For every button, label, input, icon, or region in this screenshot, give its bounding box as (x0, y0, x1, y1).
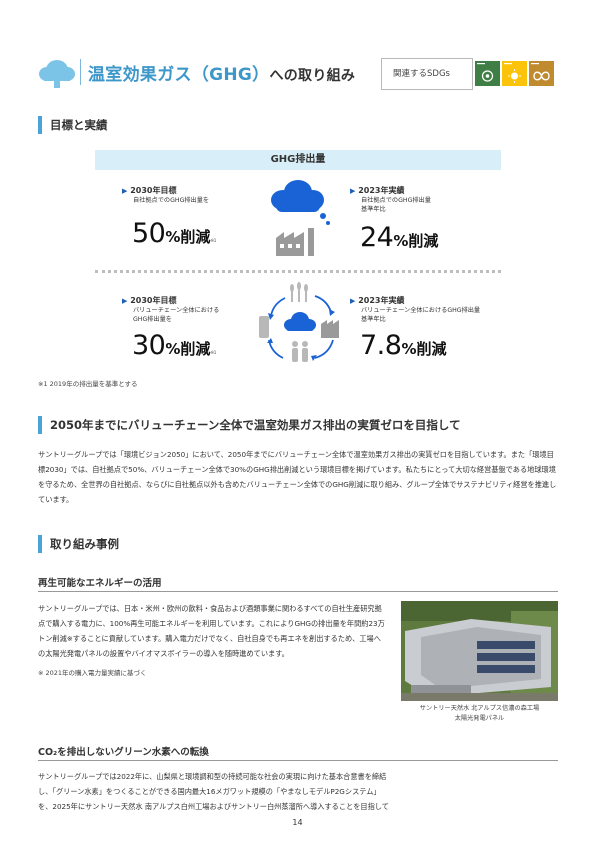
section-heading-net-zero: 2050年までにバリューチェーン全体で温室効果ガス排出の実質ゼロを目指して (38, 416, 461, 434)
row2-right-value: 7.8%削減 (360, 330, 446, 361)
row2-right-title: ▶ 2023年実績 (350, 295, 404, 306)
row2-left-value: 30%削減※1 (132, 330, 217, 361)
row1-left-unit: %削減 (165, 228, 211, 246)
photo-caption: サントリー天然水 北アルプス信濃の森工場 太陽光発電パネル (401, 704, 558, 724)
row2-left-sub1: バリューチェーン全体における (133, 307, 220, 314)
row2-left-unit: %削減 (165, 340, 211, 358)
row1-left-number: 50 (132, 218, 166, 249)
row1-left-title: ▶ 2030年目標 (122, 185, 176, 196)
row2-left-number: 30 (132, 330, 166, 361)
row2-right-sub1: バリューチェーン全体におけるGHG排出量 (361, 307, 481, 314)
title-divider (80, 59, 81, 85)
row2-right-title-text: 2023年実績 (358, 296, 405, 305)
section-heading-cases: 取り組み事例 (38, 535, 119, 553)
row1-right-number: 24 (360, 222, 394, 253)
row2-left-title-text: 2030年目標 (130, 296, 177, 305)
row1-left-value: 50%削減※1 (132, 218, 217, 249)
ghg-panel-header: GHG排出量 (95, 150, 501, 170)
row2-left-note: ※1 (210, 351, 217, 356)
row1-right-title-text: 2023年実績 (358, 186, 405, 195)
row1-left-title-text: 2030年目標 (130, 186, 177, 195)
triangle-icon: ▶ (350, 297, 356, 305)
sdg-label: 関連するSDGs (393, 69, 450, 79)
page-number: 14 (292, 818, 303, 827)
solar-factory-photo (401, 601, 558, 701)
renewable-note: ※ 2021年の購入電力量実績に基づく (38, 669, 147, 677)
renewable-heading-rule (38, 591, 558, 592)
row1-right-sub2: 基準年比 (361, 206, 386, 213)
sdg-12-consumption-icon (529, 61, 554, 86)
row2-right-number: 7.8 (360, 330, 402, 361)
photo-caption-line1: サントリー天然水 北アルプス信濃の森工場 (419, 705, 540, 712)
value-chain-icon (259, 282, 339, 362)
hydrogen-body: サントリーグループでは2022年に、山梨県と環境調和型の持続可能な社会の実現に向… (38, 772, 389, 811)
row1-right-unit: %削減 (393, 232, 439, 250)
sdg-7-energy-icon (502, 61, 527, 86)
dotted-divider (95, 270, 501, 273)
page-title-sub: への取り組み (269, 68, 356, 84)
row2-left-sub2: GHG排出量を (133, 316, 172, 323)
ghg-footnote: ※1 2019年の排出量を基準とする (38, 380, 138, 388)
renewable-heading: 再生可能なエネルギーの活用 (38, 578, 162, 589)
net-zero-body: サントリーグループでは「環境ビジョン2050」において、2050年までにバリュー… (38, 450, 557, 504)
row1-right-title: ▶ 2023年実績 (350, 185, 404, 196)
hydrogen-heading: CO₂を排出しないグリーン水素への転換 (38, 747, 209, 758)
row1-left-sub1: 自社拠点でのGHG排出量を (133, 197, 210, 204)
row2-left-title: ▶ 2030年目標 (122, 295, 176, 306)
row1-right-value: 24%削減 (360, 222, 438, 253)
factory-cloud-icon (271, 180, 330, 256)
triangle-icon: ▶ (122, 297, 128, 305)
page-title: 温室効果ガス（GHG）への取り組み (88, 60, 355, 85)
row2-right-sub2: 基準年比 (361, 316, 386, 323)
triangle-icon: ▶ (350, 187, 356, 195)
cloud-icon (39, 60, 75, 88)
page-title-main: 温室効果ガス（GHG） (88, 65, 270, 85)
hydrogen-heading-rule (38, 760, 558, 761)
row1-right-sub1: 自社拠点でのGHG排出量 (361, 197, 431, 204)
photo-caption-line2: 太陽光発電パネル (454, 715, 505, 722)
triangle-icon: ▶ (122, 187, 128, 195)
section-heading-goals: 目標と実績 (38, 116, 108, 134)
row2-right-unit: %削減 (401, 340, 447, 358)
sdg-13-climate-icon (475, 61, 500, 86)
row1-left-note: ※1 (210, 239, 217, 244)
renewable-body: サントリーグループでは、日本・米州・欧州の飲料・食品および酒類事業に関わるすべて… (38, 604, 385, 658)
